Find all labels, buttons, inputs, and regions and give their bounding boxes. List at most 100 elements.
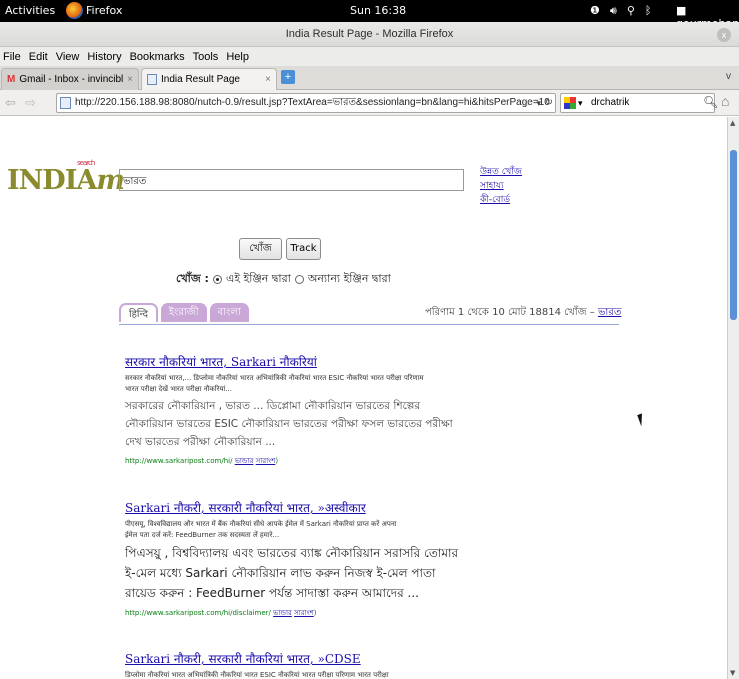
result-snippet-hindi: सरकार नौकरियां भारत,... डिप्लोमा नौकरिया… [125,373,465,395]
result-url-row: http://www.sarkaripost.com/hi/ ভান্ডার স… [125,457,279,465]
india-logo[interactable]: INDIAm search [7,159,125,196]
volume-icon[interactable]: 🔊︎ [610,4,617,18]
gmail-icon: M [7,74,16,85]
window-title: India Result Page - Mozilla Firefox [285,28,454,40]
result-url-row: http://www.sarkaripost.com/hi/disclaimer… [125,609,317,617]
result-snippet-hindi: डिप्लोमा नौकरियां भारत अभियांत्रिकी नौकर… [125,671,389,679]
menu-tools[interactable]: Tools [193,51,219,63]
network-icon[interactable]: ⚲ [627,4,635,18]
chevron-down-icon[interactable]: ▾ [578,94,583,112]
history-dropdown-icon[interactable]: ▾ [536,94,541,112]
forward-button[interactable]: ⇨ [25,95,36,111]
url-bar[interactable]: http://220.156.188.98:8080/nutch-0.9/res… [56,93,556,113]
menu-bookmarks[interactable]: Bookmarks [130,51,185,63]
bluetooth-icon[interactable]: ᛒ [645,4,652,18]
tab-india-result[interactable]: India Result Page × [141,68,277,90]
system-top-bar: Activities Firefox Sun 16:38 ❶ 🔊︎ ⚲ ᛒ ■ … [0,0,739,30]
search-engine-value: drchatrik [591,97,630,108]
search-input[interactable]: ভারত [119,169,464,191]
tab-english[interactable]: ইংরাজী [160,303,207,322]
tab-label: Gmail - Inbox - invincible.roy... [19,74,124,85]
language-tabs: हिन्दि ইংরাজী বাংলা [119,303,249,322]
search-engine-icon[interactable] [564,97,576,109]
snippet-line: भारत परीक्षा देखें भारत परीक्षा नौकरियां… [125,385,233,393]
web-search-box[interactable]: ▾ drchatrik [560,93,715,113]
url-text: http://220.156.188.98:8080/nutch-0.9/res… [75,97,550,108]
snippet-line: पीएसयू, विश्वविद्यालय और भारत में बैंक न… [125,520,397,528]
page-icon [147,74,157,85]
result-count-text: পরিণাম 1 থেকে 10 মোট 18814 খোঁজ – [425,307,595,318]
result-title-link[interactable]: Sarkari नौकरी, सरकारी नौकरियां भारत, »अस… [125,501,366,515]
result-title-link[interactable]: Sarkari नौकरी, सरकारी नौकरियां भारत, »CD… [125,652,361,666]
tab-label: India Result Page [161,74,240,85]
help-link[interactable]: সাহায্য [480,179,522,193]
snippet-line: सरकार नौकरियां भारत,... डिप्लोमा नौकरिया… [125,374,424,382]
navigation-bar: ⇦ ⇨ http://220.156.188.98:8080/nutch-0.9… [0,90,739,116]
scrollbar-thumb[interactable] [730,150,737,320]
search-result: Sarkari नौकरी, सरकारी नौकरियां भारत, »अस… [125,497,465,619]
cached-link[interactable]: ভান্ডার [235,457,254,465]
app-name: Firefox [86,4,123,17]
new-tab-button[interactable]: + [281,70,295,84]
logo-text: INDIA [7,165,97,196]
cached-link[interactable]: ভান্ডার [273,609,292,617]
search-result: सरकार नौकरियां भारत, Sarkari नौकरियां सर… [125,351,465,467]
scroll-down-icon[interactable]: ▼ [730,669,735,677]
reload-icon[interactable]: ↻ [545,94,553,112]
tab-hindi[interactable]: हिन्दि [119,303,158,322]
radio-this-engine[interactable] [212,275,222,284]
search-scope-label: খোঁজ : [176,272,209,285]
chevron-down-icon[interactable]: v [726,71,731,82]
tab-close-icon[interactable]: × [265,74,271,85]
activities-button[interactable]: Activities [5,4,55,17]
home-icon[interactable]: ⌂ [721,93,729,109]
result-count-query-link[interactable]: ভারত [598,307,621,318]
result-snippet-hindi: पीएसयू, विश्वविद्यालय और भारत में बैंक न… [125,519,465,541]
menu-bar: File Edit View History Bookmarks Tools H… [0,47,739,66]
result-snippet-bengali: পিএসয়ু , বিশ্ববিদ্যালয় এবং ভারতের ব্যা… [125,546,459,600]
radio-other-engine[interactable] [294,275,304,284]
radio-other-label: অন্যান্য ইঞ্জিন দ্বারা [307,272,391,285]
tab-gmail[interactable]: M Gmail - Inbox - invincible.roy... × [1,68,139,90]
window-title-bar: India Result Page - Mozilla Firefox x [0,22,739,47]
result-snippet-bengali: সরকারের নৌকারিয়ান , ভারত ... ডিপ্লোমা ন… [125,400,453,448]
menu-history[interactable]: History [87,51,121,63]
firefox-icon [66,2,83,19]
search-scope: খোঁজ : এই ইঞ্জিন দ্বারা অন্যান্য ইঞ্জিন … [176,270,391,289]
mouse-cursor-icon [637,411,651,427]
app-menu[interactable]: Firefox [66,2,122,19]
track-button[interactable]: Track [286,238,321,260]
vertical-scrollbar[interactable]: ▲ ▼ [727,117,739,679]
accessibility-icon[interactable]: ❶ [590,4,600,18]
clock[interactable]: Sun 16:38 [350,4,406,17]
summary-link[interactable]: সারাংশ [256,457,276,465]
menu-view[interactable]: View [56,51,80,63]
result-title-link[interactable]: सरकार नौकरियां भारत, Sarkari नौकरियां [125,355,317,369]
result-url: http://www.sarkaripost.com/hi/ [125,457,233,465]
result-count: পরিণাম 1 থেকে 10 মোট 18814 খোঁজ – ভারত [425,305,621,322]
keyboard-link[interactable]: কী-বোর্ড [480,193,522,207]
chat-icon: ■ [676,4,687,17]
bookmark-star-icon[interactable]: ☆ [522,95,531,112]
snippet-line: ईमेल पता दर्ज करें: FeedBurner तक सदस्यत… [125,531,280,539]
back-button[interactable]: ⇦ [5,95,16,111]
search-result: Sarkari नौकरी, सरकारी नौकरियां भारत, »CD… [125,648,465,679]
scroll-up-icon[interactable]: ▲ [730,119,735,127]
menu-edit[interactable]: Edit [29,51,48,63]
tab-bengali[interactable]: বাংলা [209,303,249,322]
side-links: উন্নত খোঁজ সাহায্য কী-বোর্ড [480,165,522,207]
tab-close-icon[interactable]: × [127,74,133,85]
tab-divider [119,324,619,325]
menu-file[interactable]: File [3,51,21,63]
search-button[interactable]: খোঁজ [239,238,282,260]
menu-help[interactable]: Help [226,51,249,63]
radio-this-label: এই ইঞ্জিন দ্বারা [225,272,291,285]
result-url: http://www.sarkaripost.com/hi/disclaimer… [125,609,271,617]
advanced-search-link[interactable]: উন্নত খোঁজ [480,165,522,179]
summary-link[interactable]: সারাংশ [294,609,314,617]
page-icon [60,97,71,109]
tab-bar: M Gmail - Inbox - invincible.roy... × In… [0,66,739,90]
window-close-button[interactable]: x [717,28,731,42]
search-icon[interactable]: 🔍︎ [703,95,718,109]
system-tray[interactable]: ❶ 🔊︎ ⚲ ᛒ [590,4,651,18]
